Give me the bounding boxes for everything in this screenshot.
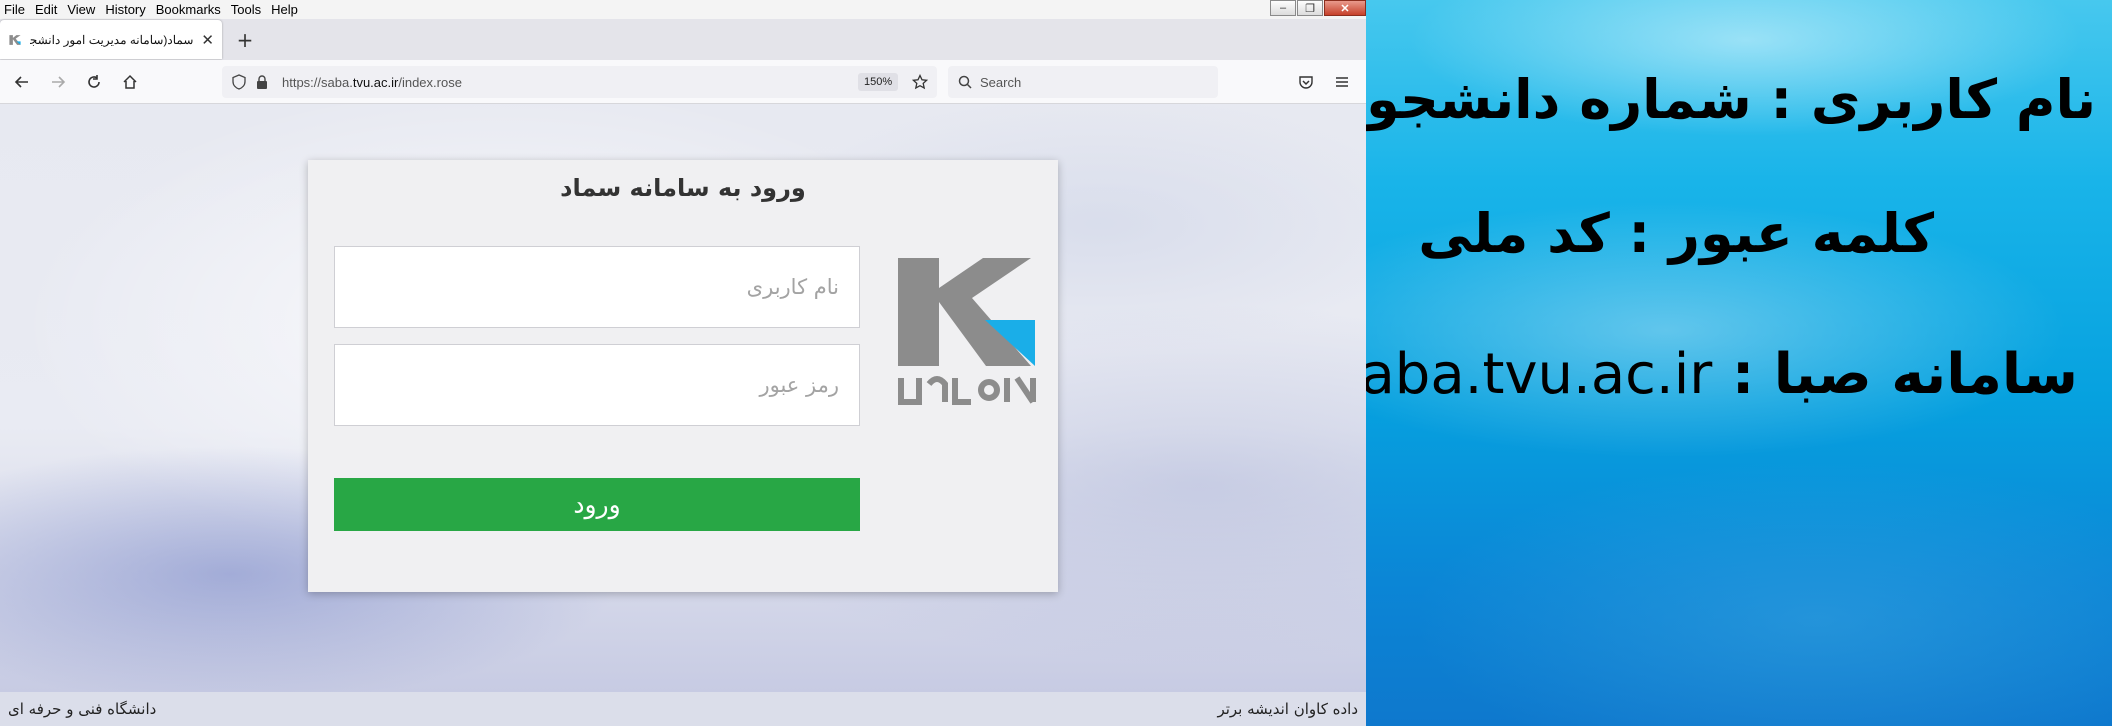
- password-instruction: کلمه عبور : کد ملی: [1418, 202, 1934, 265]
- window-close-button[interactable]: ✕: [1324, 0, 1366, 16]
- home-icon[interactable]: [118, 70, 142, 94]
- username-instruction: نام کاربری : شماره دانشجویی: [1366, 68, 2096, 131]
- username-input[interactable]: [334, 246, 860, 328]
- reload-icon[interactable]: [82, 70, 106, 94]
- site-instruction: سامانه صبا : saba.tvu.ac.ir: [1366, 342, 2078, 407]
- shield-icon[interactable]: [232, 74, 246, 90]
- search-icon: [958, 75, 972, 89]
- tab-samad[interactable]: سماد(سامانه مدیریت امور دانشجو... ✕: [0, 20, 222, 59]
- dadeh-kavan-logo: [898, 258, 1036, 405]
- menu-help[interactable]: Help: [266, 0, 303, 19]
- menu-tools[interactable]: Tools: [226, 0, 266, 19]
- page-footer: دانشگاه فنی و حرفه ای داده کاوان اندیشه …: [0, 692, 1366, 726]
- menu-view[interactable]: View: [62, 0, 100, 19]
- login-card: ورود به سامانه سماد ورود: [308, 160, 1058, 592]
- search-bar[interactable]: Search: [948, 66, 1218, 98]
- minimize-button[interactable]: –: [1270, 0, 1296, 16]
- site-label: سامانه صبا :: [1712, 342, 2078, 407]
- url-text[interactable]: https://saba.tvu.ac.ir/index.rose: [282, 75, 462, 90]
- navigation-bar: https://saba.tvu.ac.ir/index.rose 150% S…: [0, 60, 1366, 104]
- star-icon[interactable]: [912, 74, 928, 90]
- url-bar[interactable]: https://saba.tvu.ac.ir/index.rose 150%: [222, 66, 937, 98]
- menu-bar: File Edit View History Bookmarks Tools H…: [0, 0, 1366, 19]
- search-placeholder: Search: [980, 74, 1022, 90]
- menu-edit[interactable]: Edit: [30, 0, 62, 19]
- login-title: ورود به سامانه سماد: [560, 174, 806, 202]
- pocket-icon[interactable]: [1294, 70, 1318, 94]
- back-icon[interactable]: [10, 70, 34, 94]
- menu-file[interactable]: File: [0, 0, 30, 19]
- instruction-panel: نام کاربری : شماره دانشجویی کلمه عبور : …: [1366, 0, 2112, 726]
- login-button[interactable]: ورود: [334, 478, 860, 531]
- tab-strip: سماد(سامانه مدیریت امور دانشجو... ✕ +: [0, 19, 1366, 60]
- zoom-level-badge[interactable]: 150%: [858, 73, 899, 91]
- lock-icon[interactable]: [256, 74, 268, 90]
- password-input[interactable]: [334, 344, 860, 426]
- new-tab-button[interactable]: +: [232, 27, 258, 53]
- browser-window: File Edit View History Bookmarks Tools H…: [0, 0, 1366, 726]
- window-controls: – ❐ ✕: [1270, 0, 1366, 17]
- hamburger-menu-icon[interactable]: [1330, 70, 1354, 94]
- forward-icon[interactable]: [46, 70, 70, 94]
- page-viewport: ورود به سامانه سماد ورود: [0, 104, 1366, 692]
- restore-button[interactable]: ❐: [1297, 0, 1323, 16]
- site-url: saba.tvu.ac.ir: [1366, 342, 1713, 407]
- footer-company: داده کاوان اندیشه برتر: [1217, 700, 1358, 718]
- footer-university: دانشگاه فنی و حرفه ای: [8, 700, 157, 718]
- menu-bookmarks[interactable]: Bookmarks: [151, 0, 226, 19]
- tab-close-icon[interactable]: ✕: [201, 31, 214, 49]
- tab-title: سماد(سامانه مدیریت امور دانشجو...: [30, 32, 194, 47]
- favicon-icon: [9, 34, 21, 45]
- menu-history[interactable]: History: [100, 0, 150, 19]
